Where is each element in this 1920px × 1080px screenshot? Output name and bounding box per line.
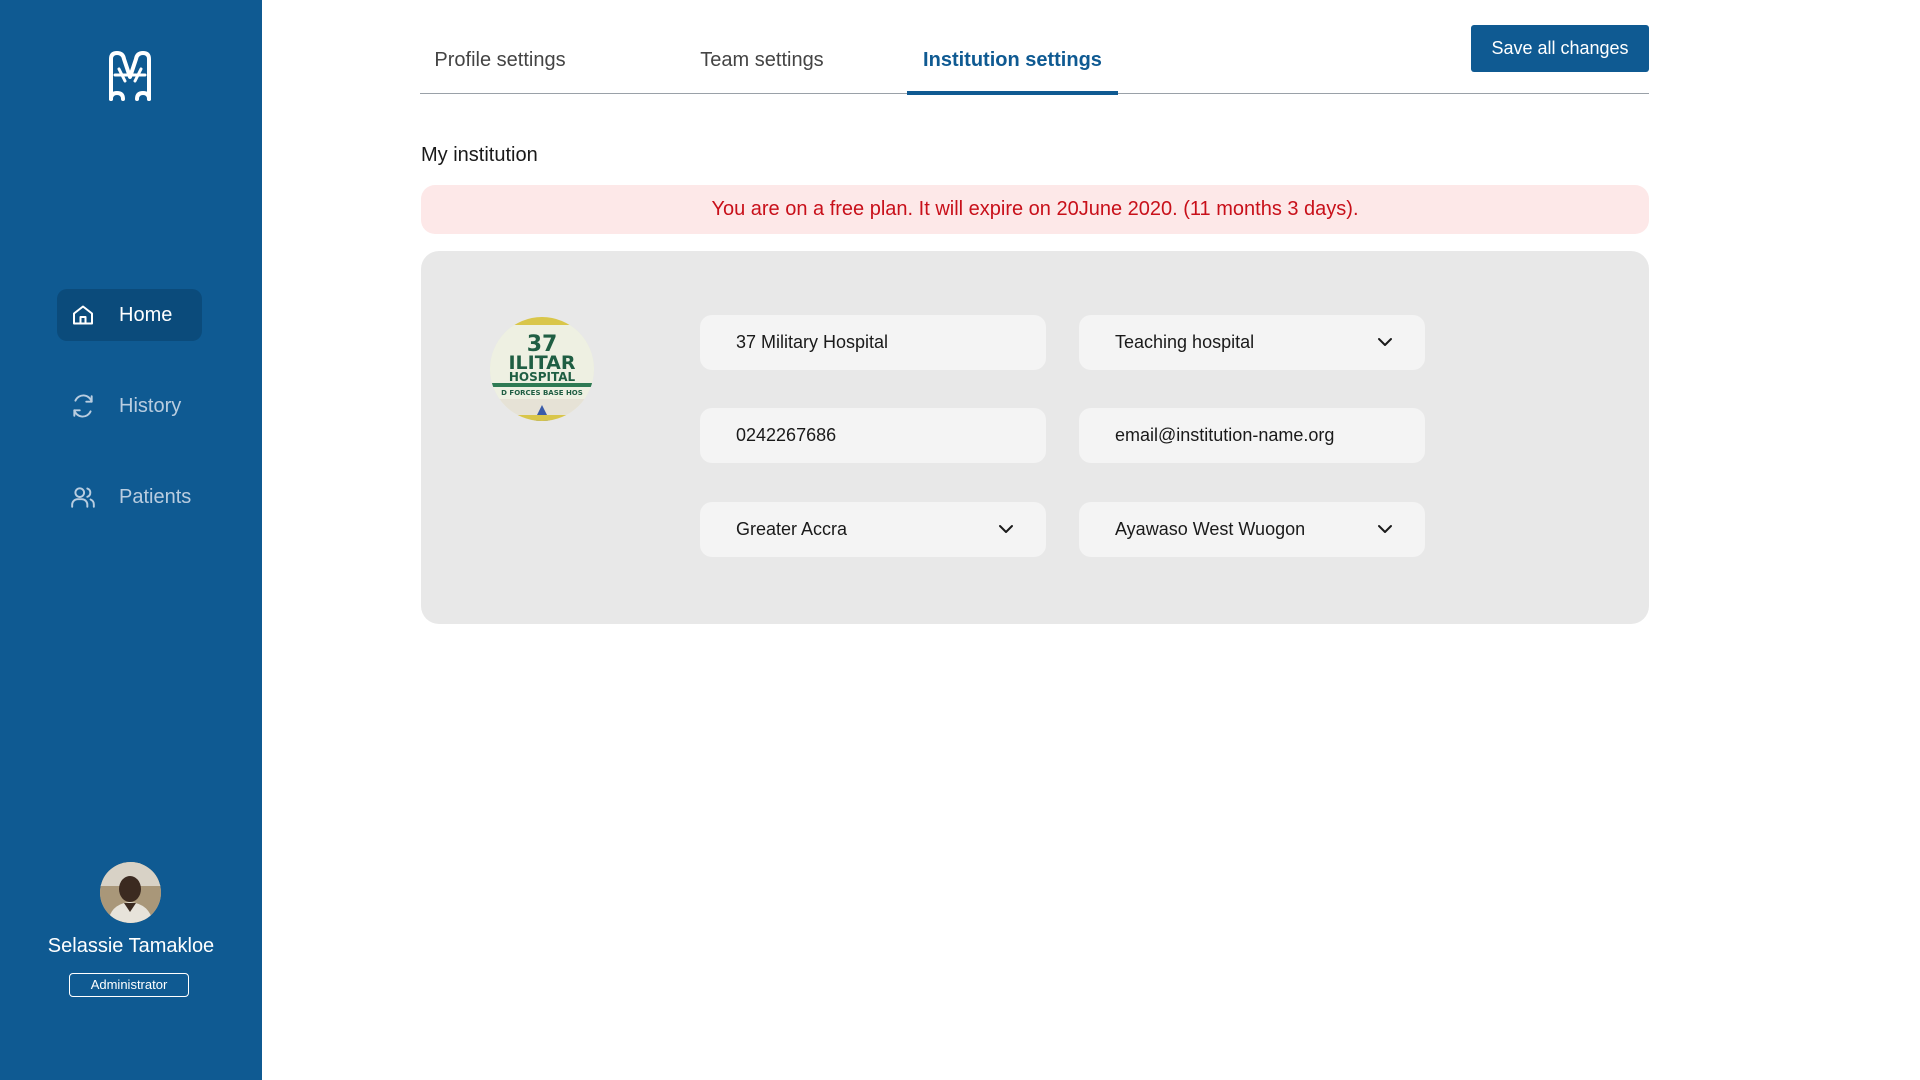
institution-card: 37 ILITAR HOSPITAL D FORCES BASE HOS Tea… [421, 251, 1649, 624]
home-icon [69, 301, 97, 329]
district-select[interactable]: Ayawaso West Wuogon [1079, 502, 1425, 557]
institution-logo[interactable]: 37 ILITAR HOSPITAL D FORCES BASE HOS [490, 317, 594, 421]
email-input[interactable] [1115, 425, 1395, 446]
region-select[interactable]: Greater Accra [700, 502, 1046, 557]
tab-institution-settings[interactable]: Institution settings [907, 30, 1118, 95]
sidebar-item-history[interactable]: History [57, 380, 202, 432]
phone-input[interactable] [736, 425, 1016, 446]
tab-label: Institution settings [923, 49, 1102, 71]
settings-tabs: Profile settings Team settings Instituti… [420, 30, 1649, 95]
tab-label: Profile settings [434, 49, 566, 71]
region-value: Greater Accra [736, 519, 848, 539]
institution-name-field[interactable] [700, 315, 1046, 370]
sidebar-item-label: History [119, 394, 182, 417]
refresh-icon [69, 392, 97, 420]
plan-expiry-banner: You are on a free plan. It will expire o… [421, 185, 1649, 234]
sidebar: Home History Patients Selassie Tamakloe … [0, 0, 262, 1080]
medical-logo-icon[interactable] [105, 49, 155, 103]
users-icon [69, 483, 97, 511]
chevron-down-icon [1375, 332, 1395, 352]
section-title: My institution [421, 144, 538, 166]
tab-profile-settings[interactable]: Profile settings [420, 30, 580, 93]
avatar[interactable] [100, 862, 161, 923]
sidebar-item-patients[interactable]: Patients [57, 471, 202, 523]
tab-team-settings[interactable]: Team settings [682, 30, 842, 93]
chevron-down-icon [1375, 519, 1395, 539]
institution-type-value: Teaching hospital [1115, 332, 1255, 352]
logo-text-line3: HOSPITAL [509, 370, 576, 384]
institution-name-input[interactable] [736, 332, 1016, 353]
sidebar-item-home[interactable]: Home [57, 289, 202, 341]
logo-text-line4: D FORCES BASE HOS [501, 389, 583, 397]
phone-field[interactable] [700, 408, 1046, 463]
tab-label: Team settings [700, 49, 824, 71]
district-value: Ayawaso West Wuogon [1115, 519, 1306, 539]
role-badge: Administrator [69, 973, 189, 997]
institution-type-select[interactable]: Teaching hospital [1079, 315, 1425, 370]
sidebar-item-label: Home [119, 303, 173, 326]
chevron-down-icon [996, 519, 1016, 539]
sidebar-item-label: Patients [119, 485, 192, 508]
email-field[interactable] [1079, 408, 1425, 463]
user-name: Selassie Tamakloe [47, 935, 215, 957]
save-all-changes-button[interactable]: Save all changes [1471, 25, 1649, 72]
